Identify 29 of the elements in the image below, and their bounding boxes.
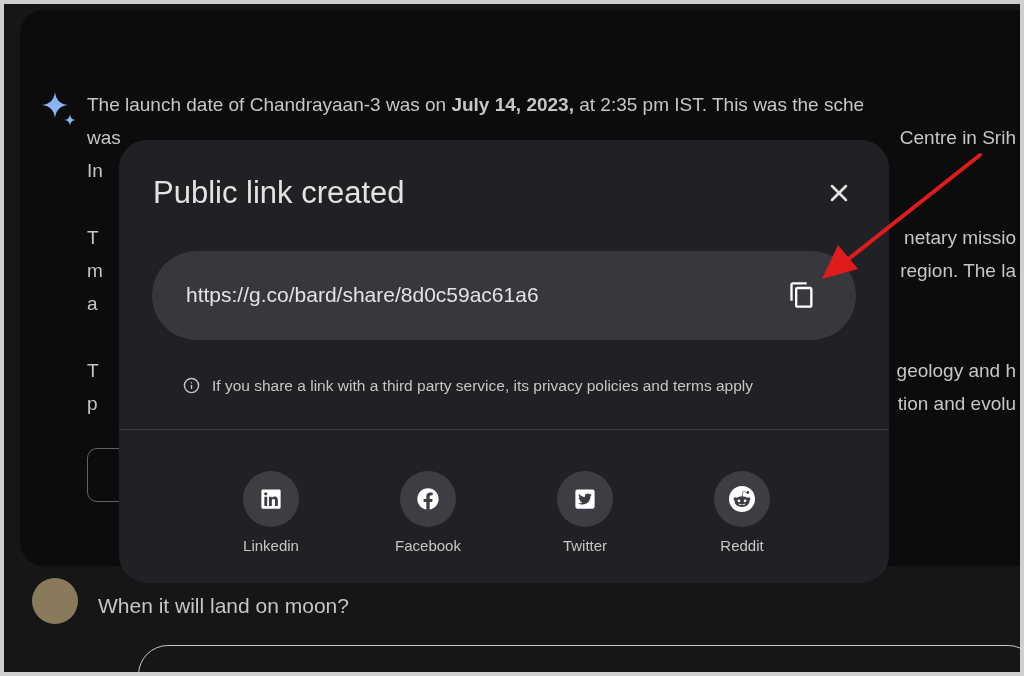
link-text: https://g.co/bard/share/8d0c59ac61a6	[186, 282, 539, 309]
share-option[interactable]: Linkedin	[211, 470, 331, 558]
reddit-icon	[729, 485, 755, 512]
prompt-text: When it will land on moon?	[98, 593, 349, 620]
privacy-notice: If you share a link with a third party service, its privacy policies and terms apply	[212, 375, 753, 396]
response-text: a	[87, 292, 98, 316]
response-text: In	[87, 159, 103, 183]
user-avatar	[32, 578, 78, 624]
info-icon	[183, 376, 200, 394]
link-field[interactable]: https://g.co/bard/share/8d0c59ac61a6	[152, 250, 856, 340]
dialog-title: Public link created	[153, 174, 405, 212]
response-text: tion and evolu	[897, 392, 1017, 416]
share-option[interactable]: Twitter	[525, 470, 645, 558]
response-text: m	[87, 259, 103, 283]
copy-button[interactable]	[788, 281, 816, 309]
share-option[interactable]: Reddit	[682, 470, 802, 558]
response-text: region. The la	[900, 259, 1017, 283]
response-text: The launch date of Chandrayaan-3 was on July 14, 2023, at 2:35 pm IST. This was the sche	[87, 93, 865, 117]
response-text: Centre in Srih	[899, 126, 1017, 150]
twitter-icon	[574, 487, 596, 510]
linkedin-icon	[260, 487, 282, 510]
response-text: T	[87, 226, 99, 250]
response-text: geology and h	[896, 359, 1017, 383]
response-text: was	[87, 126, 121, 150]
response-text: netary missio	[904, 226, 1017, 250]
response-text: T	[87, 359, 99, 383]
share-option[interactable]: Facebook	[368, 470, 488, 558]
facebook-icon	[417, 487, 439, 510]
response-text: p	[87, 392, 98, 416]
